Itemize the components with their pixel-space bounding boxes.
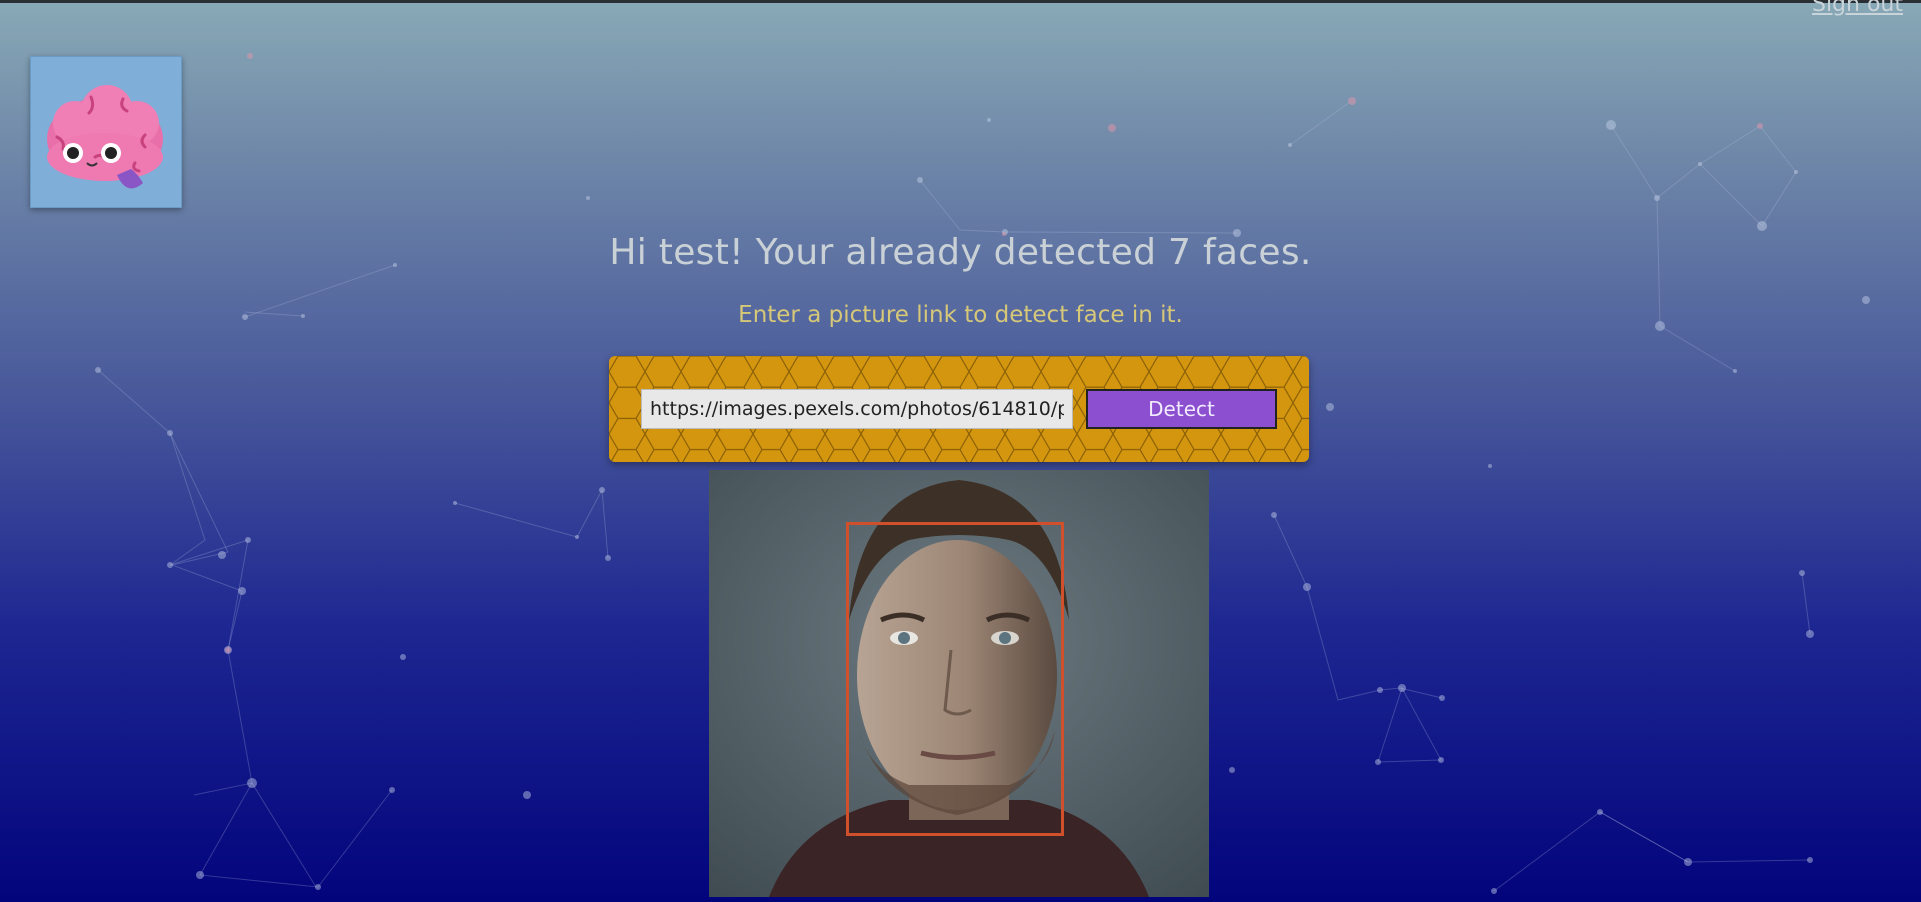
logo-card[interactable] [30, 56, 182, 208]
url-form-panel: Detect [609, 356, 1309, 462]
sign-out-link[interactable]: Sign out [1812, 0, 1903, 17]
greeting-heading: Hi test! Your already detected 7 faces. [609, 232, 1312, 273]
instruction-text: Enter a picture link to detect face in i… [738, 302, 1183, 328]
face-bounding-box [846, 522, 1064, 836]
detected-face-image [709, 470, 1209, 897]
brain-mascot-icon [47, 85, 163, 189]
image-url-input[interactable] [641, 389, 1073, 429]
detect-button[interactable]: Detect [1086, 389, 1277, 429]
